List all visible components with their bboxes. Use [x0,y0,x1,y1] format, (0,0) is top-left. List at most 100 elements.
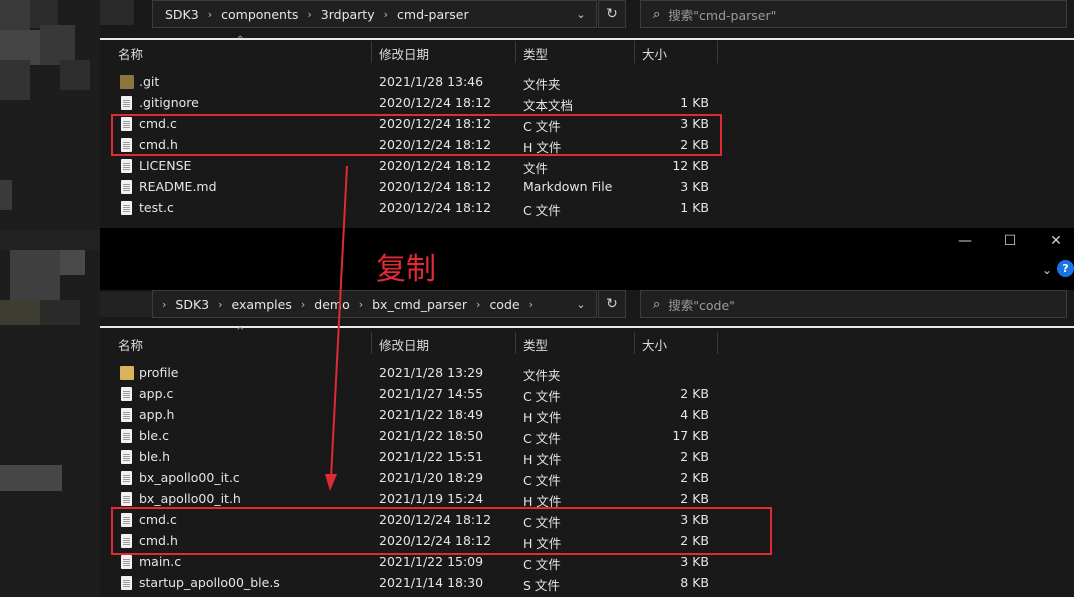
breadcrumb-item[interactable]: SDK3 [165,7,199,22]
file-icon [121,96,132,110]
file-icon [121,201,132,215]
help-icon[interactable]: ? [1057,260,1074,277]
refresh-icon[interactable]: ↻ [598,290,626,318]
file-date: 2021/1/22 15:51 [379,449,484,464]
sort-chevron-icon: ^ [236,326,245,337]
file-row[interactable]: bx_apollo00_it.c 2021/1/20 18:29 C 文件 2 KB [100,468,1074,489]
breadcrumb-item[interactable]: SDK3 [175,297,209,312]
file-row[interactable]: README.md 2020/12/24 18:12 Markdown File 3 … [100,177,1074,198]
address-bar[interactable]: › SDK3 › examples › demo › bx_cmd_parser › c… [152,290,597,318]
breadcrumb-item[interactable]: code [489,297,519,312]
address-bar[interactable]: SDK3 › components › 3rdparty › cmd-parser ⌄ [152,0,597,28]
file-row[interactable]: startup_apollo00_ble.s 2021/1/14 18:30 S 文… [100,573,1074,594]
chevron-right-icon: › [218,297,223,311]
file-row[interactable]: app.h 2021/1/22 18:49 H 文件 4 KB [100,405,1074,426]
breadcrumb-item[interactable]: cmd-parser [397,7,469,22]
file-row[interactable]: LICENSE 2020/12/24 18:12 文件 12 KB [100,156,1074,177]
breadcrumb-item[interactable]: bx_cmd_parser [372,297,467,312]
file-type: S 文件 [523,578,560,593]
file-icon [121,555,132,569]
file-row[interactable]: .gitignore 2020/12/24 18:12 文本文档 1 KB [100,93,1074,114]
file-date: 2020/12/24 18:12 [379,158,492,173]
file-row[interactable]: ble.c 2021/1/22 18:50 C 文件 17 KB [100,426,1074,447]
file-date: 2021/1/14 18:30 [379,575,484,590]
search-icon: ⌕ [653,6,661,22]
column-type[interactable]: 类型 [523,335,548,354]
file-size: 1 KB [680,95,709,110]
breadcrumb-item[interactable]: 3rdparty [321,7,375,22]
minimize-icon[interactable]: — [952,228,978,254]
file-date: 2021/1/28 13:29 [379,365,484,380]
file-name: .gitignore [139,95,199,110]
file-type: C 文件 [523,389,561,404]
expand-ribbon-icon[interactable]: ⌄ [1034,257,1060,283]
column-modified[interactable]: 修改日期 [379,335,429,354]
column-name[interactable]: 名称 [118,44,143,63]
search-input[interactable]: ⌕ 搜索"code" [640,290,1067,318]
file-type: Markdown File [523,179,613,194]
file-name: bx_apollo00_it.h [139,491,241,506]
file-size: 4 KB [680,407,709,422]
file-size: 3 KB [680,179,709,194]
column-modified[interactable]: 修改日期 [379,44,429,63]
file-icon [121,576,132,590]
highlight-box-source [111,114,722,156]
maximize-icon[interactable]: ☐ [997,228,1023,254]
file-name: test.c [139,200,174,215]
file-type: C 文件 [523,473,561,488]
chevron-right-icon: › [300,297,306,311]
file-name: bx_apollo00_it.c [139,470,240,485]
file-row[interactable]: app.c 2021/1/27 14:55 C 文件 2 KB [100,384,1074,405]
column-size[interactable]: 大小 [642,44,667,63]
search-placeholder: 搜索"cmd-parser" [668,7,777,23]
search-input[interactable]: ⌕ 搜索"cmd-parser" [640,0,1067,28]
file-type: H 文件 [523,452,562,467]
blurred-titlebar [100,0,134,25]
file-type: 文件夹 [523,368,561,383]
file-icon [121,450,132,464]
close-icon[interactable]: ✕ [1043,228,1069,254]
file-row[interactable]: ble.h 2021/1/22 15:51 H 文件 2 KB [100,447,1074,468]
highlight-box-destination [111,507,772,555]
chevron-down-icon[interactable]: ⌄ [568,1,594,27]
column-size[interactable]: 大小 [642,335,667,354]
search-placeholder: 搜索"code" [668,297,735,313]
file-name: .git [139,74,160,89]
file-icon [121,429,132,443]
blurred-titlebar-bottom [100,292,152,317]
chevron-right-icon: › [528,297,533,311]
file-date: 2021/1/22 15:09 [379,554,484,569]
file-row[interactable]: profile 2021/1/28 13:29 文件夹 [100,363,1074,384]
file-icon [121,387,132,401]
file-list-bottom: 名称 ^ 修改日期 类型 大小 profile 2021/1/28 13:29 文件… [100,326,1074,597]
file-row[interactable]: test.c 2020/12/24 18:12 C 文件 1 KB [100,198,1074,219]
column-name[interactable]: 名称 [118,335,143,354]
breadcrumb-item[interactable]: examples [232,297,292,312]
breadcrumb-item[interactable]: components [221,7,298,22]
file-row[interactable]: .git 2021/1/28 13:46 文件夹 [100,72,1074,93]
folder-icon [120,75,134,89]
file-icon [121,159,132,173]
sort-chevron-icon: ^ [236,35,245,46]
search-icon: ⌕ [653,296,661,312]
file-date: 2021/1/19 15:24 [379,491,484,506]
markdown-file-icon [121,180,132,194]
column-type[interactable]: 类型 [523,44,548,63]
file-type: C 文件 [523,431,561,446]
chevron-right-icon: › [307,7,312,21]
file-name: LICENSE [139,158,192,173]
file-name: app.c [139,386,174,401]
file-date: 2021/1/28 13:46 [379,74,484,89]
file-icon [121,408,132,422]
file-row[interactable]: main.c 2021/1/22 15:09 C 文件 3 KB [100,552,1074,573]
refresh-icon[interactable]: ↻ [598,0,626,28]
file-date: 2020/12/24 18:12 [379,200,492,215]
file-name: ble.c [139,428,169,443]
chevron-down-icon[interactable]: ⌄ [568,291,594,317]
file-size: 2 KB [680,449,709,464]
copy-annotation: 复制 [376,252,436,287]
file-date: 2020/12/24 18:12 [379,179,492,194]
file-icon [121,492,132,506]
blurred-sidebar [0,0,100,597]
chevron-right-icon: › [207,7,213,21]
